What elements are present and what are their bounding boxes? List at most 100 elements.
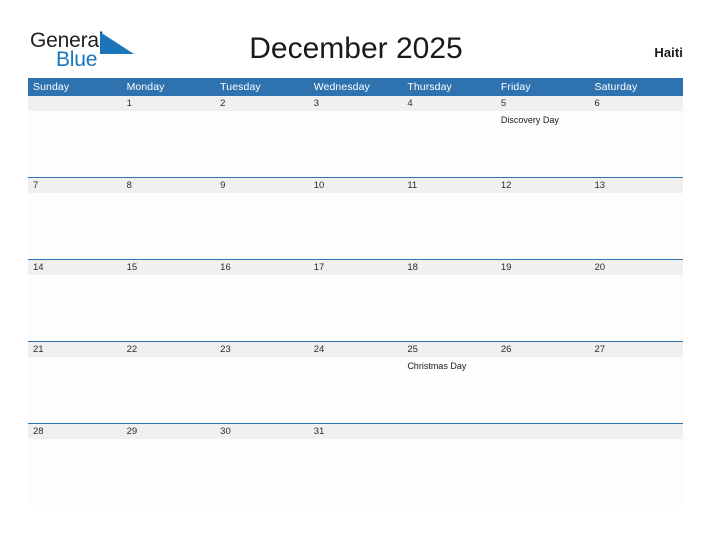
day-cell[interactable] bbox=[122, 357, 216, 423]
week-event-band bbox=[28, 193, 683, 259]
day-cell[interactable] bbox=[28, 193, 122, 259]
weekday-header-wednesday: Wednesday bbox=[313, 81, 370, 93]
day-number[interactable]: 12 bbox=[496, 178, 590, 193]
day-cell[interactable] bbox=[215, 275, 309, 341]
day-cell[interactable] bbox=[122, 111, 216, 177]
day-cell[interactable] bbox=[215, 439, 309, 505]
day-cell[interactable] bbox=[496, 357, 590, 423]
holiday-event: Discovery Day bbox=[500, 115, 559, 125]
day-cell[interactable] bbox=[309, 111, 403, 177]
day-cell[interactable] bbox=[215, 357, 309, 423]
day-number[interactable]: 17 bbox=[309, 260, 403, 275]
week-row: 21 22 23 24 25 26 27 Christmas Day bbox=[28, 341, 683, 423]
day-number[interactable]: 25 bbox=[402, 342, 496, 357]
day-number[interactable]: 10 bbox=[309, 178, 403, 193]
day-number[interactable]: 9 bbox=[215, 178, 309, 193]
day-cell[interactable] bbox=[28, 439, 122, 505]
day-cell[interactable] bbox=[122, 193, 216, 259]
weekday-header-saturday: Saturday bbox=[594, 81, 638, 93]
region-label: Haiti bbox=[654, 45, 683, 60]
day-number[interactable]: 14 bbox=[28, 260, 122, 275]
day-cell[interactable] bbox=[28, 357, 122, 423]
day-number[interactable]: 29 bbox=[122, 424, 216, 439]
weekday-header-monday: Monday bbox=[126, 81, 165, 93]
day-number[interactable]: 31 bbox=[309, 424, 403, 439]
day-cell[interactable] bbox=[28, 111, 122, 177]
day-number[interactable]: 1 bbox=[122, 96, 216, 111]
weekday-header-sunday: Sunday bbox=[33, 81, 70, 93]
week-row: 14 15 16 17 18 19 20 bbox=[28, 259, 683, 341]
week-event-band: Christmas Day bbox=[28, 357, 683, 423]
day-number[interactable]: 18 bbox=[402, 260, 496, 275]
week-row: 1 2 3 4 5 6 Discovery Day bbox=[28, 96, 683, 177]
day-number[interactable]: 13 bbox=[589, 178, 683, 193]
day-number[interactable]: 20 bbox=[589, 260, 683, 275]
day-number[interactable]: 23 bbox=[215, 342, 309, 357]
week-event-band bbox=[28, 275, 683, 341]
week-date-band: 1 2 3 4 5 6 bbox=[28, 96, 683, 111]
day-number[interactable] bbox=[496, 424, 590, 439]
week-event-band bbox=[28, 439, 683, 505]
day-number[interactable]: 8 bbox=[122, 178, 216, 193]
day-number[interactable]: 27 bbox=[589, 342, 683, 357]
week-row: 28 29 30 31 bbox=[28, 423, 683, 505]
day-cell[interactable] bbox=[309, 439, 403, 505]
day-number[interactable]: 4 bbox=[402, 96, 496, 111]
day-cell[interactable] bbox=[402, 111, 496, 177]
day-cell[interactable] bbox=[402, 439, 496, 505]
day-number[interactable]: 28 bbox=[28, 424, 122, 439]
day-cell[interactable] bbox=[589, 439, 683, 505]
weekday-header-friday: Friday bbox=[500, 81, 531, 93]
day-number[interactable] bbox=[28, 96, 122, 111]
day-number[interactable]: 21 bbox=[28, 342, 122, 357]
day-number[interactable] bbox=[589, 424, 683, 439]
day-cell[interactable] bbox=[402, 193, 496, 259]
day-cell[interactable] bbox=[215, 193, 309, 259]
day-cell[interactable] bbox=[496, 275, 590, 341]
week-event-band: Discovery Day bbox=[28, 111, 683, 177]
day-cell[interactable] bbox=[589, 193, 683, 259]
day-cell[interactable] bbox=[215, 111, 309, 177]
day-cell[interactable] bbox=[589, 357, 683, 423]
day-number[interactable]: 3 bbox=[309, 96, 403, 111]
calendar-grid: Sunday Monday Tuesday Wednesday Thursday… bbox=[28, 78, 683, 505]
weekday-header-row: Sunday Monday Tuesday Wednesday Thursday… bbox=[28, 78, 683, 96]
day-cell[interactable]: Discovery Day bbox=[496, 111, 590, 177]
day-cell[interactable] bbox=[309, 275, 403, 341]
day-cell[interactable] bbox=[402, 275, 496, 341]
day-number[interactable]: 30 bbox=[215, 424, 309, 439]
week-date-band: 7 8 9 10 11 12 13 bbox=[28, 178, 683, 193]
holiday-event: Christmas Day bbox=[407, 361, 467, 371]
day-cell[interactable] bbox=[122, 439, 216, 505]
day-number[interactable]: 24 bbox=[309, 342, 403, 357]
day-cell[interactable] bbox=[589, 111, 683, 177]
day-cell[interactable] bbox=[309, 193, 403, 259]
day-cell[interactable] bbox=[589, 275, 683, 341]
week-date-band: 21 22 23 24 25 26 27 bbox=[28, 342, 683, 357]
day-number[interactable]: 6 bbox=[589, 96, 683, 111]
weekday-header-thursday: Thursday bbox=[407, 81, 452, 93]
day-number[interactable]: 7 bbox=[28, 178, 122, 193]
day-number[interactable] bbox=[402, 424, 496, 439]
week-date-band: 14 15 16 17 18 19 20 bbox=[28, 260, 683, 275]
day-cell[interactable] bbox=[28, 275, 122, 341]
page-header: General Blue December 2025 Haiti bbox=[0, 0, 712, 78]
day-number[interactable]: 19 bbox=[496, 260, 590, 275]
calendar-page: General Blue December 2025 Haiti Sunday … bbox=[0, 0, 712, 550]
week-row: 7 8 9 10 11 12 13 bbox=[28, 177, 683, 259]
day-number[interactable]: 22 bbox=[122, 342, 216, 357]
day-cell[interactable]: Christmas Day bbox=[402, 357, 496, 423]
day-number[interactable]: 5 bbox=[496, 96, 590, 111]
day-cell[interactable] bbox=[496, 193, 590, 259]
day-number[interactable]: 16 bbox=[215, 260, 309, 275]
day-cell[interactable] bbox=[496, 439, 590, 505]
week-date-band: 28 29 30 31 bbox=[28, 424, 683, 439]
day-cell[interactable] bbox=[122, 275, 216, 341]
page-title: December 2025 bbox=[249, 32, 463, 65]
day-number[interactable]: 15 bbox=[122, 260, 216, 275]
day-cell[interactable] bbox=[309, 357, 403, 423]
day-number[interactable]: 26 bbox=[496, 342, 590, 357]
day-number[interactable]: 2 bbox=[215, 96, 309, 111]
day-number[interactable]: 11 bbox=[402, 178, 496, 193]
weekday-header-tuesday: Tuesday bbox=[220, 81, 261, 93]
